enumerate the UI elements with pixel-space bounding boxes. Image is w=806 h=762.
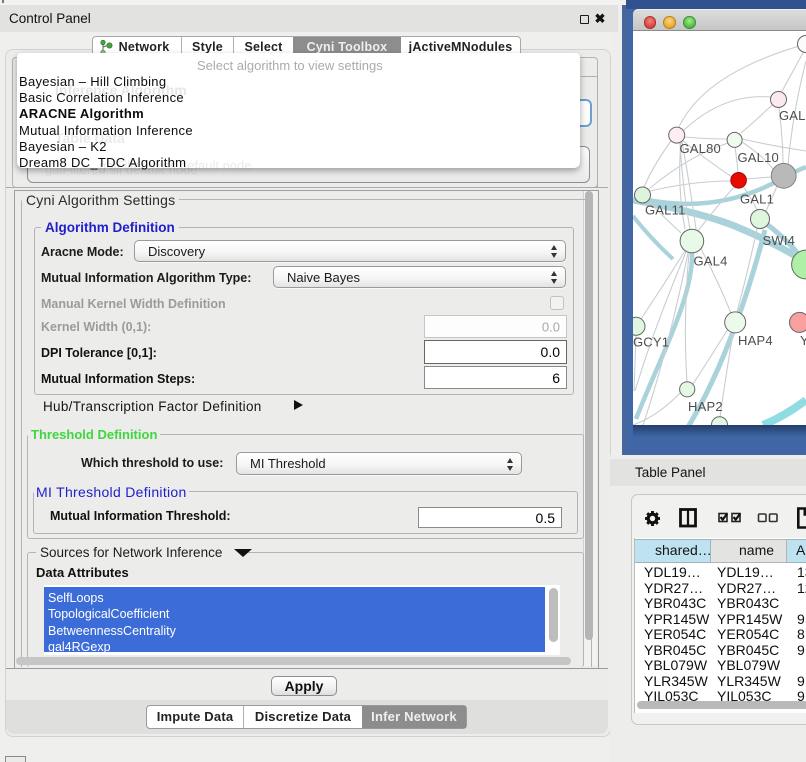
svg-text:GAL4: GAL4: [694, 254, 728, 269]
svg-text:SWI4: SWI4: [763, 233, 796, 248]
svg-text:GAL: GAL: [779, 108, 806, 123]
svg-text:HAP2: HAP2: [688, 399, 723, 414]
svg-text:HAP4: HAP4: [738, 333, 773, 348]
svg-text:Y: Y: [800, 333, 806, 348]
svg-text:GAL1: GAL1: [740, 192, 774, 207]
svg-text:GAL80: GAL80: [680, 141, 721, 156]
svg-text:GAL11: GAL11: [645, 203, 686, 218]
svg-text:GAL10: GAL10: [738, 150, 779, 165]
svg-text:GCY1: GCY1: [633, 335, 669, 350]
